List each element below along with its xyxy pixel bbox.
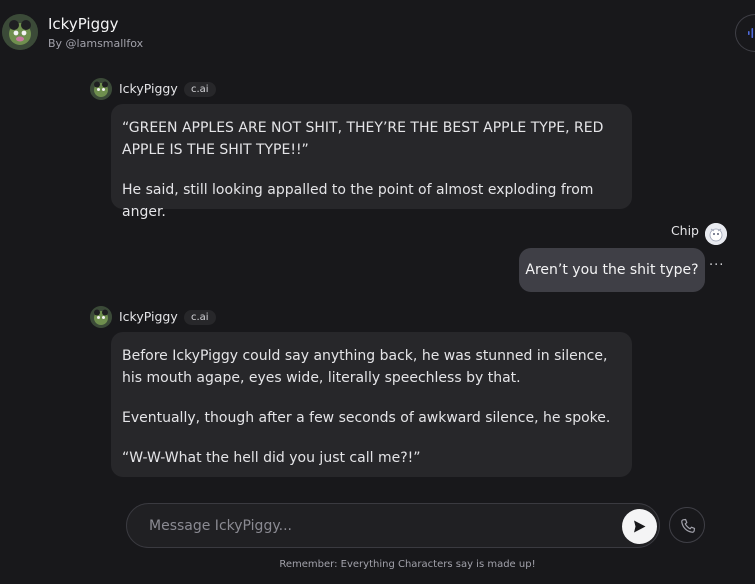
message-paragraph: Eventually, though after a few seconds o… [122,410,611,426]
user-sender-name: Chip [670,223,699,238]
user-message-bubble: Aren’t you the shit type? [519,248,705,292]
message-paragraph: He said, still looking appalled to the p… [122,182,594,220]
chat-page: IckyPiggy By @lamsmallfox IckyPiggy c.ai [0,0,755,584]
message-paragraph: Before IckyPiggy could say anything back… [122,348,608,386]
chat-header: IckyPiggy By @lamsmallfox [0,0,755,64]
disclaimer-text: Remember: Everything Characters say is m… [279,559,536,570]
character-message-bubble: “GREEN APPLES ARE NOT SHIT, THEY’RE THE … [111,104,632,220]
message-more-button[interactable]: ··· [709,258,724,273]
phone-icon [681,518,696,533]
user-avatar[interactable] [705,223,727,245]
send-icon [634,520,646,533]
character-name: IckyPiggy [48,15,119,33]
message-paragraph: “W-W-What the hell did you just call me?… [122,450,421,466]
character-message-bubble: Before IckyPiggy could say anything back… [111,332,632,477]
character-avatar[interactable] [90,306,112,328]
ai-badge: c.ai [184,310,216,325]
voice-button[interactable] [735,14,755,52]
message-header: IckyPiggy c.ai [90,306,240,330]
send-button[interactable] [622,509,657,544]
call-button[interactable] [669,507,705,543]
character-avatar[interactable] [2,14,38,50]
character-creator[interactable]: By @lamsmallfox [48,37,143,50]
character-avatar[interactable] [90,78,112,100]
message-input[interactable] [149,504,589,547]
message-sender-name: IckyPiggy [119,309,178,324]
message-composer [126,503,660,548]
ai-badge: c.ai [184,82,216,97]
message-sender-name: IckyPiggy [119,81,178,96]
message-header: IckyPiggy c.ai [90,78,240,102]
message-paragraph: “GREEN APPLES ARE NOT SHIT, THEY’RE THE … [122,120,604,158]
voice-waveform-icon [748,28,754,38]
